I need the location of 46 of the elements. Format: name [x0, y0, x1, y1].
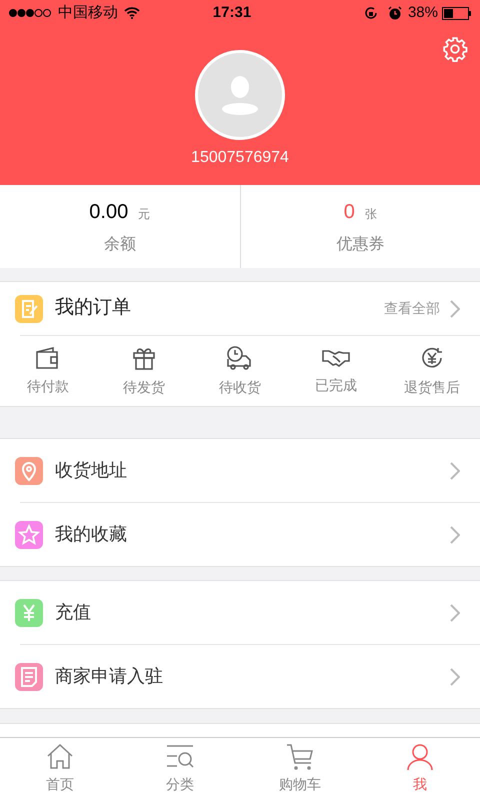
person-icon [406, 744, 434, 770]
cart-icon [286, 744, 314, 770]
tab-bar-item[interactable]: 分类 [120, 738, 240, 800]
menu-row[interactable]: 商家申请入驻 [0, 645, 480, 708]
phone-number: 15007576974 [191, 148, 289, 168]
stat-label: 优惠券 [336, 234, 384, 254]
list-search-icon [166, 744, 194, 770]
order-status-button[interactable]: 待发货 [96, 336, 192, 406]
person-silhouette-icon [221, 75, 259, 115]
rotation-lock-icon [364, 6, 378, 20]
stat-label: 余额 [104, 234, 136, 254]
signal-dots-icon [8, 8, 52, 18]
alarm-icon [388, 6, 402, 20]
stat-unit: 元 [138, 206, 150, 222]
battery-percent: 38% [408, 2, 438, 23]
order-status-button[interactable]: 退货售后 [384, 336, 480, 406]
home-icon [46, 744, 74, 770]
menu-label: 充值 [55, 601, 92, 624]
chevron-right-icon [450, 526, 460, 544]
tab-bar-item[interactable]: 首页 [0, 738, 120, 800]
chevron-right-icon [450, 668, 460, 686]
menu-label: 我的收藏 [55, 523, 128, 546]
chevron-right-icon [450, 300, 460, 318]
view-all-link[interactable]: 查看全部 [384, 298, 440, 319]
orders-title: 我的订单 [55, 296, 132, 320]
chevron-right-icon [450, 462, 460, 480]
order-note-icon [15, 294, 43, 322]
stat-value: 0.00 [89, 200, 128, 224]
status-time: 17:31 [212, 2, 252, 23]
menu-label: 商家申请入驻 [55, 665, 164, 688]
menu-label: 收货地址 [55, 459, 128, 482]
battery-icon [442, 6, 472, 20]
stat-unit: 张 [364, 206, 377, 222]
tab-bar-item[interactable]: 我 [360, 738, 480, 800]
stat-value: 0 [344, 200, 355, 224]
settings-icon[interactable] [442, 36, 468, 62]
chevron-right-icon [450, 604, 460, 622]
order-status-button[interactable]: 待付款 [0, 336, 96, 406]
tab-bar-item[interactable]: 购物车 [240, 738, 360, 800]
menu-row[interactable]: 充值 [0, 581, 480, 644]
menu-row[interactable]: 收货地址 [0, 439, 480, 502]
wifi-icon [124, 7, 140, 19]
order-status-button[interactable]: 已完成 [288, 336, 384, 406]
order-status-button[interactable]: 待收货 [192, 336, 288, 406]
menu-row[interactable]: 我的收藏 [0, 503, 480, 566]
carrier-name: 中国移动 [58, 2, 118, 23]
